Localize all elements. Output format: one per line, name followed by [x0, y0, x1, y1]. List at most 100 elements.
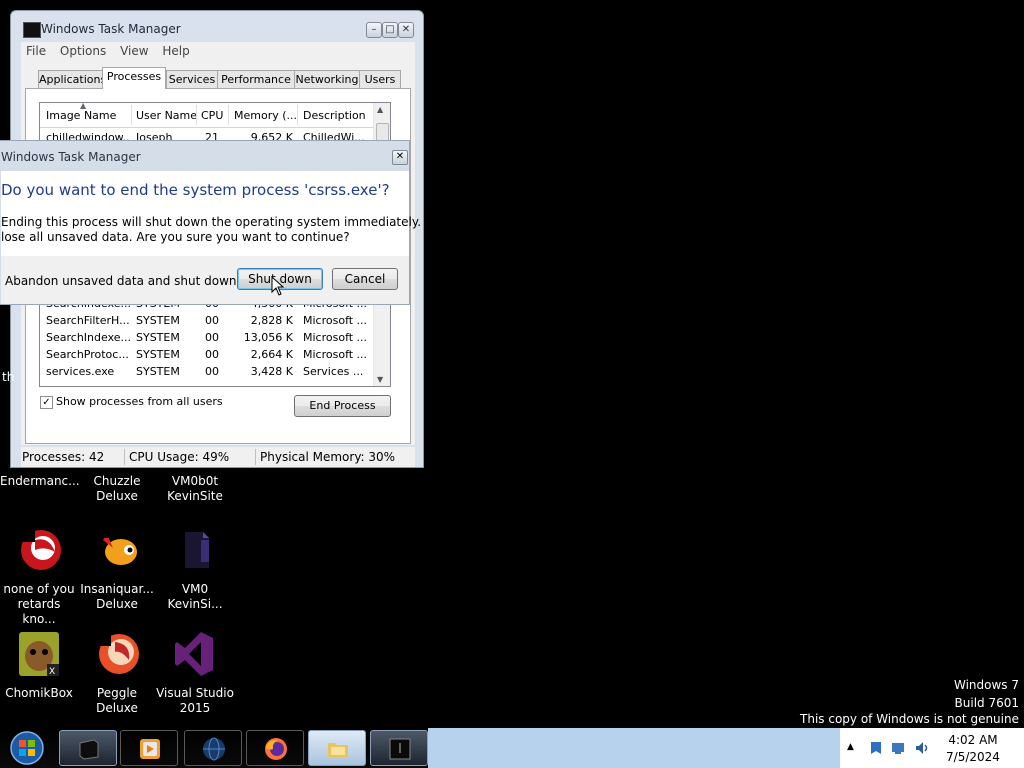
col-user-name[interactable]: User Name — [136, 109, 197, 122]
volume-icon[interactable] — [914, 740, 930, 756]
taskbar-firefox[interactable] — [246, 730, 304, 766]
tab-services[interactable]: Services — [166, 70, 218, 88]
cell-user: SYSTEM — [136, 314, 180, 327]
task-manager-icon — [23, 22, 41, 38]
tab-applications[interactable]: Applications — [38, 70, 106, 88]
icon-label-2: 2015 — [179, 701, 211, 715]
icon-label: VM0b0t — [171, 474, 219, 488]
status-bar: Processes: 42 CPU Usage: 49% Physical Me… — [21, 447, 415, 467]
dialog-content: Do you want to end the system process 'c… — [1, 171, 470, 256]
tab-performance[interactable]: Performance — [217, 70, 295, 88]
icon-label-2: Deluxe — [96, 489, 138, 503]
col-image-name[interactable]: Image Name — [46, 109, 116, 122]
cell-user: SYSTEM — [136, 348, 180, 361]
scroll-up-icon[interactable]: ▲ — [377, 105, 383, 114]
show-all-checkbox[interactable]: ✓ — [40, 396, 53, 409]
desktop-icon-vm0[interactable]: VM0 KevinSi... — [156, 526, 234, 612]
menu-view[interactable]: View — [115, 42, 153, 60]
window-title: Windows Task Manager — [41, 22, 181, 36]
taskbar-empty-area — [428, 728, 840, 768]
watermark-build: Build 7601 — [954, 696, 1019, 710]
icon-label: ChomikBox — [5, 686, 73, 700]
title-bar[interactable]: Windows Task Manager – □ ✕ — [11, 11, 423, 41]
red-swirl-icon — [15, 526, 61, 570]
taskbar-globe-app[interactable] — [184, 730, 242, 766]
globe-icon — [203, 737, 225, 761]
desktop-icon-none-of-you[interactable]: none of you retards kno... — [0, 526, 78, 627]
col-memory[interactable]: Memory (... — [234, 109, 297, 122]
scroll-down-icon[interactable]: ▼ — [377, 375, 383, 384]
column-headers: Image Name ▲ User Name CPU Memory (... D… — [40, 103, 374, 128]
desktop-icon-chuzzle[interactable]: Chuzzle Deluxe — [78, 474, 156, 504]
desktop-icon-endermanch[interactable]: Endermanc... — [0, 474, 80, 489]
dialog-body-line-1: Ending this process will shut down the o… — [1, 215, 470, 229]
end-process-button[interactable]: End Process — [294, 395, 391, 417]
icon-label: VM0 — [181, 582, 209, 596]
network-icon[interactable] — [890, 740, 906, 756]
table-row[interactable]: SearchIndexe... SYSTEM 00 13,056 K Microsoft… — [40, 330, 374, 347]
cell-user: SYSTEM — [136, 331, 180, 344]
window-app-icon — [389, 738, 411, 760]
show-hidden-icons-arrow[interactable]: ▲ — [847, 742, 854, 752]
goldfish-icon — [93, 526, 137, 565]
dialog-body-line-2: lose all unsaved data. Are you sure you … — [1, 230, 350, 244]
taskbar-window-app[interactable] — [370, 730, 428, 766]
tab-networking[interactable]: Networking — [294, 70, 360, 88]
icon-label: none of you — [3, 582, 75, 596]
action-center-icon[interactable] — [868, 740, 884, 756]
visual-studio-icon — [171, 630, 213, 676]
desktop-icon-visual-studio[interactable]: Visual Studio 2015 — [156, 630, 234, 716]
cell-desc: Microsoft ... — [303, 331, 368, 344]
status-cpu: CPU Usage: 49% — [129, 450, 230, 464]
watermark-not-genuine: This copy of Windows is not genuine — [800, 712, 1019, 726]
status-memory: Physical Memory: 30% — [260, 450, 396, 464]
taskbar-explorer[interactable] — [308, 730, 366, 766]
menu-help[interactable]: Help — [157, 42, 194, 60]
task-manager-icon — [79, 739, 99, 760]
taskbar-task-manager[interactable] — [59, 730, 117, 766]
taskbar-media-player[interactable] — [120, 730, 178, 766]
cell-name: services.exe — [46, 365, 115, 378]
dialog-body: Ending this process will shut down the o… — [1, 215, 470, 245]
dialog-footer: Abandon unsaved data and shut down. Shut… — [1, 256, 409, 304]
cell-cpu: 00 — [205, 331, 219, 344]
end-process-dialog: Windows Task Manager ✕ Do you want to en… — [0, 140, 470, 305]
maximize-button[interactable]: □ — [382, 22, 398, 38]
cell-cpu: 00 — [205, 314, 219, 327]
clock-date: 7/5/2024 — [946, 750, 1000, 764]
show-all-label: Show processes from all users — [56, 395, 223, 408]
desktop-icon-chomikbox[interactable]: X ChomikBox — [0, 630, 78, 701]
menu-file[interactable]: File — [21, 42, 51, 60]
desktop-icon-peggle[interactable]: Peggle Deluxe — [78, 630, 156, 716]
tab-users[interactable]: Users — [359, 70, 401, 88]
dialog-heading: Do you want to end the system process 'c… — [1, 181, 390, 199]
icon-label-2: KevinSi... — [167, 597, 223, 611]
desktop-icon-insaniquarium[interactable]: Insaniquar... Deluxe — [78, 526, 156, 612]
cell-mem: 2,828 K — [250, 314, 293, 327]
close-button[interactable]: ✕ — [398, 22, 414, 38]
cancel-button[interactable]: Cancel — [332, 268, 398, 290]
icon-label-2: Deluxe — [96, 597, 138, 611]
icon-label-2: retards kno... — [17, 597, 61, 626]
watermark-windows-version: Windows 7 — [953, 678, 1019, 692]
col-cpu[interactable]: CPU — [201, 109, 223, 122]
dialog-close-button[interactable]: ✕ — [392, 150, 408, 165]
col-description[interactable]: Description — [303, 109, 366, 122]
table-row[interactable]: services.exe SYSTEM 00 3,428 K Services ... — [40, 364, 374, 381]
table-row[interactable]: SearchProtoc... SYSTEM 00 2,664 K Microsoft … — [40, 347, 374, 364]
minimize-button[interactable]: – — [366, 22, 382, 38]
start-orb-icon[interactable] — [6, 730, 48, 766]
desktop-icon-vm0b0t[interactable]: VM0b0t KevinSite — [156, 474, 234, 504]
menu-options[interactable]: Options — [55, 42, 111, 60]
cell-mem: 13,056 K — [243, 331, 293, 344]
clock[interactable]: 4:02 AM 7/5/2024 — [940, 732, 1006, 766]
notification-area: ▲ 4:02 AM 7/5/2024 — [840, 728, 1024, 768]
status-processes: Processes: 42 — [22, 450, 105, 464]
cell-mem: 3,428 K — [250, 365, 293, 378]
dialog-title[interactable]: Windows Task Manager — [1, 150, 141, 164]
peggle-ball-icon — [93, 630, 139, 674]
hamster-icon: X — [19, 632, 59, 677]
table-row[interactable]: SearchFilterH... SYSTEM 00 2,828 K Microsoft… — [40, 313, 374, 330]
icon-label-2: KevinSite — [167, 489, 223, 503]
tab-processes[interactable]: Processes — [102, 67, 166, 89]
